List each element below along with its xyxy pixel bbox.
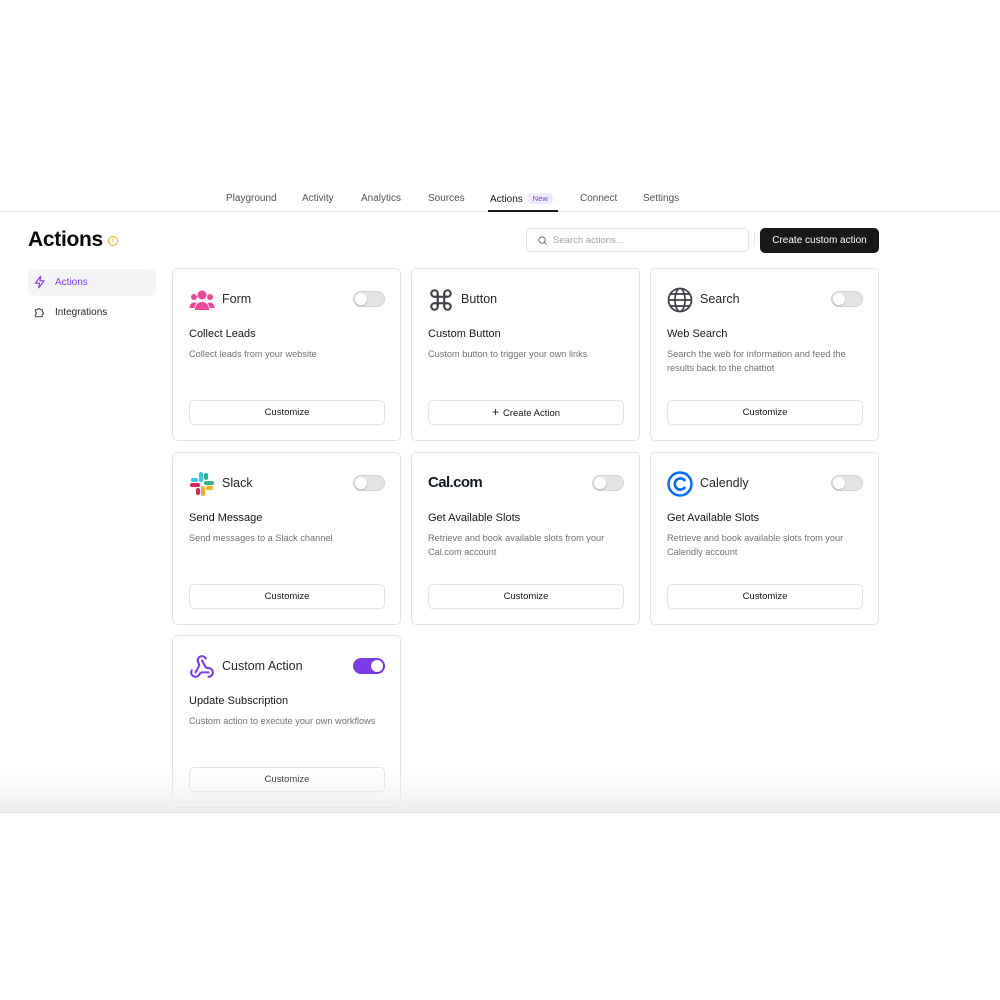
action-card-custom-action: Custom Action Update Subscription Custom… xyxy=(172,635,401,808)
card-title: Get Available Slots xyxy=(428,512,521,524)
search-box xyxy=(526,228,749,252)
divider xyxy=(754,233,755,246)
top-nav: Playground Activity Analytics Sources Ac… xyxy=(0,185,1000,212)
enable-toggle[interactable] xyxy=(592,475,624,491)
customize-button[interactable]: Customize xyxy=(667,400,863,425)
bottom-fade xyxy=(0,770,1000,813)
action-card-button: Button Custom Button Custom button to tr… xyxy=(411,268,640,441)
puzzle-icon xyxy=(34,308,44,318)
enable-toggle[interactable] xyxy=(831,475,863,491)
card-name: Calendly xyxy=(700,476,749,490)
create-action-label: Create Action xyxy=(502,408,561,419)
card-description: Search the web for information and feed … xyxy=(667,349,846,373)
sidebar-item-label: Actions xyxy=(55,277,88,288)
lightning-icon xyxy=(34,275,45,289)
card-description: Send messages to a Slack channel xyxy=(189,533,333,543)
tab-activity[interactable]: Activity xyxy=(302,193,334,204)
tab-actions-label: Actions xyxy=(490,194,523,205)
calcom-logo: Cal.com xyxy=(428,474,483,491)
toggle-knob xyxy=(833,477,845,489)
tab-settings[interactable]: Settings xyxy=(643,193,679,204)
sidebar-item-actions[interactable]: Actions xyxy=(28,269,156,296)
card-title: Send Message xyxy=(189,512,263,524)
create-custom-action-button[interactable]: Create custom action xyxy=(760,228,879,253)
search-input[interactable] xyxy=(553,233,743,247)
create-action-button[interactable]: + Create Action xyxy=(428,400,624,425)
card-description: Collect leads from your website xyxy=(189,349,317,359)
card-description: Retrieve and book available slots from y… xyxy=(428,533,605,557)
sidebar-item-integrations[interactable]: Integrations xyxy=(28,299,156,326)
new-badge: New xyxy=(527,193,553,204)
slack-icon xyxy=(190,472,214,496)
card-title: Update Subscription xyxy=(189,695,289,707)
info-icon[interactable]: i xyxy=(108,236,118,246)
action-card-calcom: Cal.com Get Available Slots Retrieve and… xyxy=(411,452,640,625)
enable-toggle[interactable] xyxy=(353,291,385,307)
card-description: Custom action to execute your own workfl… xyxy=(189,716,376,726)
tab-actions[interactable]: Actions New xyxy=(490,193,553,205)
toggle-knob xyxy=(355,293,367,305)
card-name: Search xyxy=(700,292,740,306)
tab-analytics[interactable]: Analytics xyxy=(361,193,401,204)
toggle-knob xyxy=(833,293,845,305)
card-name: Button xyxy=(461,292,498,306)
tab-sources[interactable]: Sources xyxy=(428,193,465,204)
action-card-slack: Slack Send Message Send messages to a Sl… xyxy=(172,452,401,625)
webhook-icon xyxy=(190,655,214,678)
users-icon xyxy=(189,290,215,310)
active-tab-indicator xyxy=(488,210,558,212)
command-icon xyxy=(430,289,452,311)
card-description: Retrieve and book available slots from y… xyxy=(667,533,844,557)
card-name: Slack xyxy=(222,476,253,490)
enable-toggle[interactable] xyxy=(353,658,385,674)
globe-icon xyxy=(667,287,693,313)
action-card-search: Search Web Search Search the web for inf… xyxy=(650,268,879,441)
enable-toggle[interactable] xyxy=(831,291,863,307)
bottom-edge xyxy=(0,812,1000,813)
search-icon xyxy=(538,236,547,245)
customize-button[interactable]: Customize xyxy=(189,584,385,609)
sidebar-item-label: Integrations xyxy=(55,307,108,318)
card-name: Custom Action xyxy=(222,659,303,673)
plus-icon: + xyxy=(491,405,499,419)
toggle-knob xyxy=(371,660,383,672)
tab-playground[interactable]: Playground xyxy=(226,193,277,204)
enable-toggle[interactable] xyxy=(353,475,385,491)
card-title: Custom Button xyxy=(428,328,501,340)
toggle-knob xyxy=(355,477,367,489)
card-title: Collect Leads xyxy=(189,328,256,340)
customize-button[interactable]: Customize xyxy=(667,584,863,609)
calendly-icon xyxy=(667,471,693,497)
card-title: Get Available Slots xyxy=(667,512,760,524)
card-description: Custom button to trigger your own links xyxy=(428,349,588,359)
customize-button[interactable]: Customize xyxy=(189,400,385,425)
tab-connect[interactable]: Connect xyxy=(580,193,617,204)
action-card-calendly: Calendly Get Available Slots Retrieve an… xyxy=(650,452,879,625)
action-card-form: Form Collect Leads Collect leads from yo… xyxy=(172,268,401,441)
page-title: Actions xyxy=(28,228,103,251)
customize-button[interactable]: Customize xyxy=(189,767,385,792)
card-title: Web Search xyxy=(667,328,728,340)
toggle-knob xyxy=(594,477,606,489)
customize-button[interactable]: Customize xyxy=(428,584,624,609)
card-name: Form xyxy=(222,292,252,306)
